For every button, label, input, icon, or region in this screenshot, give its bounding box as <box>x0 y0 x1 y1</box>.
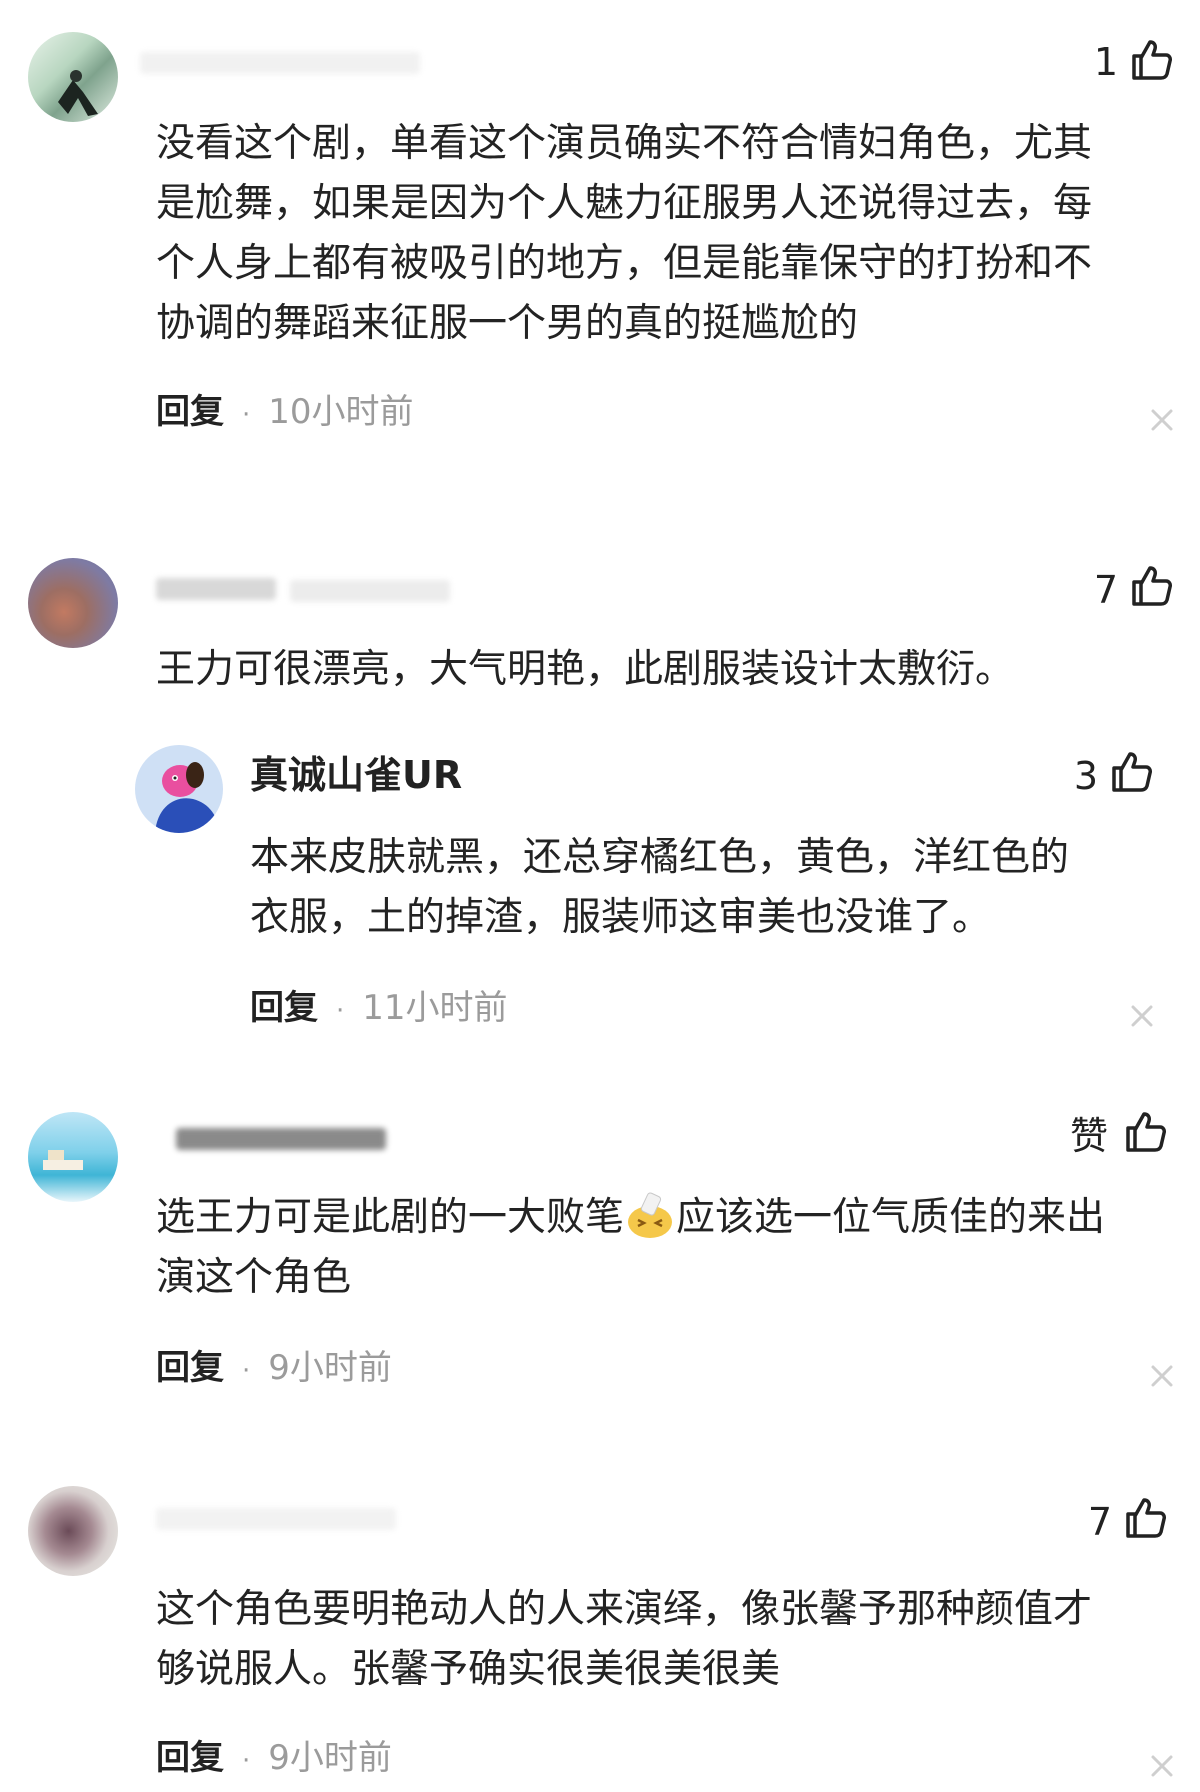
comment-segment: 应该选一位气质佳的来出 <box>676 1195 1106 1240</box>
comment-line: 这个角色要明艳动人的人来演绎，像张馨予那种颜值才 <box>156 1587 1093 1632</box>
separator-dot: · <box>242 1356 251 1386</box>
reply-row: 回复 · 9小时前 <box>156 1736 392 1780</box>
close-icon[interactable] <box>1148 1362 1176 1390</box>
avatar-image <box>43 1150 83 1170</box>
like-count: 7 <box>1093 568 1118 612</box>
like-count: 7 <box>1087 1500 1112 1544</box>
comment-segment: 选王力可是此剧的一大败笔 <box>156 1195 625 1240</box>
separator-dot: · <box>242 400 251 430</box>
comment-line: 演这个角色 <box>156 1255 352 1300</box>
close-icon[interactable] <box>1148 406 1176 434</box>
timestamp: 10小时前 <box>268 392 414 432</box>
timestamp: 11小时前 <box>362 988 508 1028</box>
like-count: 赞 <box>1069 1114 1108 1158</box>
comment-line: 王力可很漂亮，大气明艳，此剧服装设计太敷衍。 <box>156 647 1015 692</box>
thumbs-up-icon[interactable] <box>1122 1494 1168 1540</box>
username-blurred[interactable] <box>290 580 450 602</box>
comment-text: 选王力可是此剧的一大败笔 应该选一位气质佳的来出 演这个角色 <box>156 1188 1105 1308</box>
comment-line: 没看这个剧，单看这个演员确实不符合情妇角色，尤其 <box>156 121 1093 166</box>
comment-line: 选王力可是此剧的一大败笔 应该选一位气质佳的来出 <box>156 1188 1105 1248</box>
username-blurred[interactable] <box>176 1128 386 1150</box>
like-count: 1 <box>1093 40 1118 84</box>
thumbs-up-icon[interactable] <box>1122 1108 1168 1154</box>
reply-row: 回复 · 9小时前 <box>156 1346 392 1390</box>
comment-line: 本来皮肤就黑，还总穿橘红色，黄色，洋红色的 <box>250 835 1070 880</box>
comment-line: 是尬舞，如果是因为个人魅力征服男人还说得过去，每 <box>156 181 1093 226</box>
thumbs-up-icon[interactable] <box>1128 562 1174 608</box>
comment-text: 王力可很漂亮，大气明艳，此剧服装设计太敷衍。 <box>156 640 1014 700</box>
comment-text: 没看这个剧，单看这个演员确实不符合情妇角色，尤其 是尬舞，如果是因为个人魅力征服… <box>156 114 1092 354</box>
reply-button[interactable]: 回复 <box>250 988 318 1028</box>
thumbs-up-icon[interactable] <box>1128 36 1174 82</box>
avatar[interactable] <box>28 558 118 648</box>
comment-text: 这个角色要明艳动人的人来演绎，像张馨予那种颜值才 够说服人。张馨予确实很美很美很… <box>156 1580 1092 1700</box>
thumbs-up-icon[interactable] <box>1108 748 1154 794</box>
close-icon[interactable] <box>1148 1752 1176 1780</box>
username-blurred[interactable] <box>156 578 276 600</box>
timestamp: 9小时前 <box>268 1348 392 1388</box>
avatar-image <box>155 762 219 833</box>
comment-line: 够说服人。张馨予确实很美很美很美 <box>156 1647 781 1692</box>
avatar-image <box>58 70 98 116</box>
like-count: 3 <box>1073 754 1098 798</box>
avatar[interactable] <box>28 1486 118 1576</box>
avatar[interactable] <box>28 32 118 122</box>
comment-line: 衣服，土的掉渣，服装师这审美也没谁了。 <box>250 895 992 940</box>
separator-dot: · <box>336 996 345 1026</box>
facepalm-emoji <box>628 1192 673 1238</box>
separator-dot: · <box>242 1746 251 1776</box>
timestamp: 9小时前 <box>268 1738 392 1778</box>
username-blurred[interactable] <box>156 1508 396 1530</box>
close-icon[interactable] <box>1128 1002 1156 1030</box>
reply-row: 回复 · 11小时前 <box>250 986 508 1030</box>
comment-line: 个人身上都有被吸引的地方，但是能靠保守的打扮和不 <box>156 241 1093 286</box>
avatar[interactable] <box>28 1112 118 1202</box>
reply-text: 本来皮肤就黑，还总穿橘红色，黄色，洋红色的 衣服，土的掉渣，服装师这审美也没谁了… <box>250 828 1069 948</box>
reply-button[interactable]: 回复 <box>156 1348 224 1388</box>
username-blurred[interactable] <box>140 52 420 74</box>
reply-button[interactable]: 回复 <box>156 1738 224 1778</box>
reply-username[interactable]: 真诚山雀UR <box>250 752 462 798</box>
reply-row: 回复 · 10小时前 <box>156 390 414 434</box>
comment-line: 协调的舞蹈来征服一个男的真的挺尴尬的 <box>156 301 859 346</box>
reply-button[interactable]: 回复 <box>156 392 224 432</box>
avatar[interactable] <box>135 745 223 833</box>
